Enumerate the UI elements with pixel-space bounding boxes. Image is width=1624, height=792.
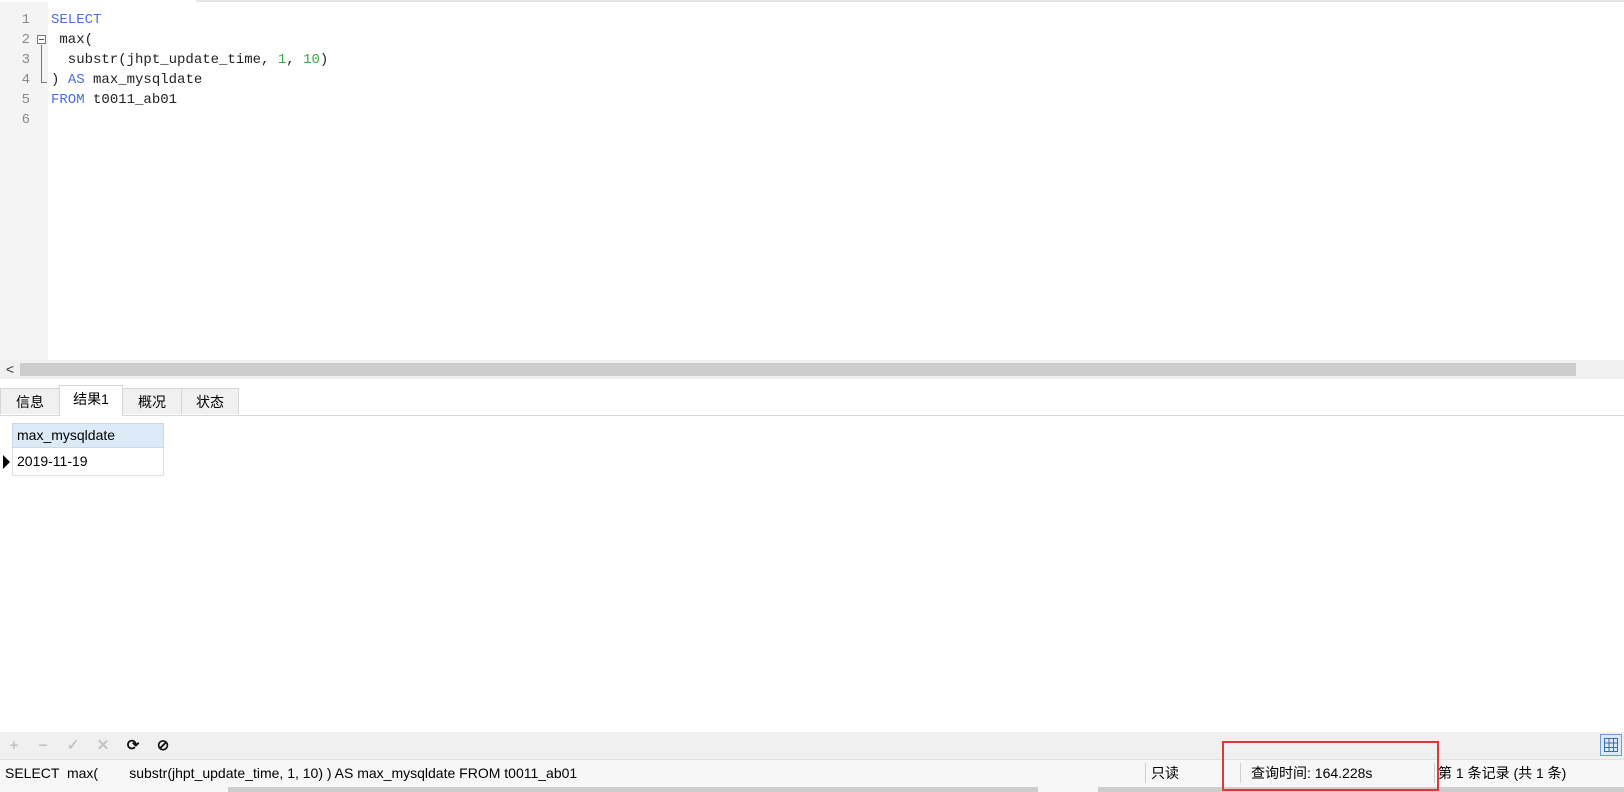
- column-header-max-mysqldate[interactable]: max_mysqldate: [12, 423, 164, 448]
- code-text[interactable]: SELECT: [51, 10, 101, 30]
- discard-changes-button[interactable]: ✕: [92, 735, 114, 757]
- editor-horizontal-scrollbar[interactable]: <: [0, 360, 1624, 379]
- status-divider: [1145, 763, 1146, 783]
- delete-record-button[interactable]: −: [32, 735, 54, 757]
- status-scrollbar-segment: [228, 787, 1038, 792]
- query-time-highlight-box: [1222, 741, 1439, 791]
- fold-margin: [36, 2, 48, 360]
- sql-token: ,: [286, 52, 304, 68]
- fold-range-line: [41, 45, 42, 83]
- scrollbar-thumb[interactable]: [20, 363, 1576, 376]
- code-text[interactable]: FROM t0011_ab01: [51, 90, 177, 110]
- sql-keyword: FROM: [51, 92, 85, 108]
- sql-editor[interactable]: 1 SELECT 2 max( 3 substr(jhpt_update_time, …: [0, 2, 1624, 360]
- code-text[interactable]: ) AS max_mysqldate: [51, 70, 202, 90]
- current-row-indicator-icon: [3, 455, 10, 469]
- sql-token: max(: [51, 32, 94, 48]
- scroll-left-icon[interactable]: <: [3, 360, 17, 379]
- tab-overview[interactable]: 概况: [122, 388, 182, 414]
- line-number: 3: [21, 52, 30, 68]
- sql-token: t0011_ab01: [84, 92, 178, 108]
- code-text[interactable]: max(: [51, 30, 93, 50]
- tab-status[interactable]: 状态: [181, 388, 239, 414]
- fold-collapse-icon[interactable]: [37, 35, 46, 44]
- add-record-button[interactable]: +: [3, 735, 25, 757]
- sql-token: substr(jhpt_update_time,: [51, 52, 278, 68]
- fold-range-end: [41, 82, 47, 83]
- line-number: 5: [21, 92, 30, 108]
- line-number: 2: [21, 32, 30, 48]
- status-readonly: 只读: [1151, 765, 1179, 781]
- stop-button[interactable]: ⊘: [152, 735, 174, 757]
- sql-number: 1: [277, 52, 287, 68]
- line-number: 6: [21, 112, 30, 128]
- refresh-button[interactable]: ⟳: [122, 735, 144, 757]
- line-number: 4: [21, 72, 30, 88]
- apply-changes-button[interactable]: ✓: [62, 735, 84, 757]
- result-tabbar: 信息 结果1 概况 状态: [0, 383, 1624, 416]
- sql-token: ): [319, 52, 329, 68]
- sql-keyword: SELECT: [51, 12, 102, 28]
- sql-token: ): [51, 72, 68, 88]
- line-number: 1: [21, 12, 30, 28]
- grid-icon: [1604, 738, 1618, 752]
- sql-token: max_mysqldate: [84, 72, 203, 88]
- tab-result1[interactable]: 结果1: [59, 385, 123, 416]
- tab-info[interactable]: 信息: [0, 388, 60, 414]
- grid-view-toggle[interactable]: [1600, 734, 1622, 756]
- sql-keyword: AS: [67, 72, 85, 88]
- table-cell[interactable]: 2019-11-19: [12, 448, 164, 476]
- code-text[interactable]: substr(jhpt_update_time, 1, 10): [51, 50, 328, 70]
- status-record-count: 第 1 条记录 (共 1 条): [1438, 765, 1567, 781]
- sql-number: 10: [303, 52, 320, 68]
- status-sql-text: SELECT max( substr(jhpt_update_time, 1, …: [5, 765, 578, 781]
